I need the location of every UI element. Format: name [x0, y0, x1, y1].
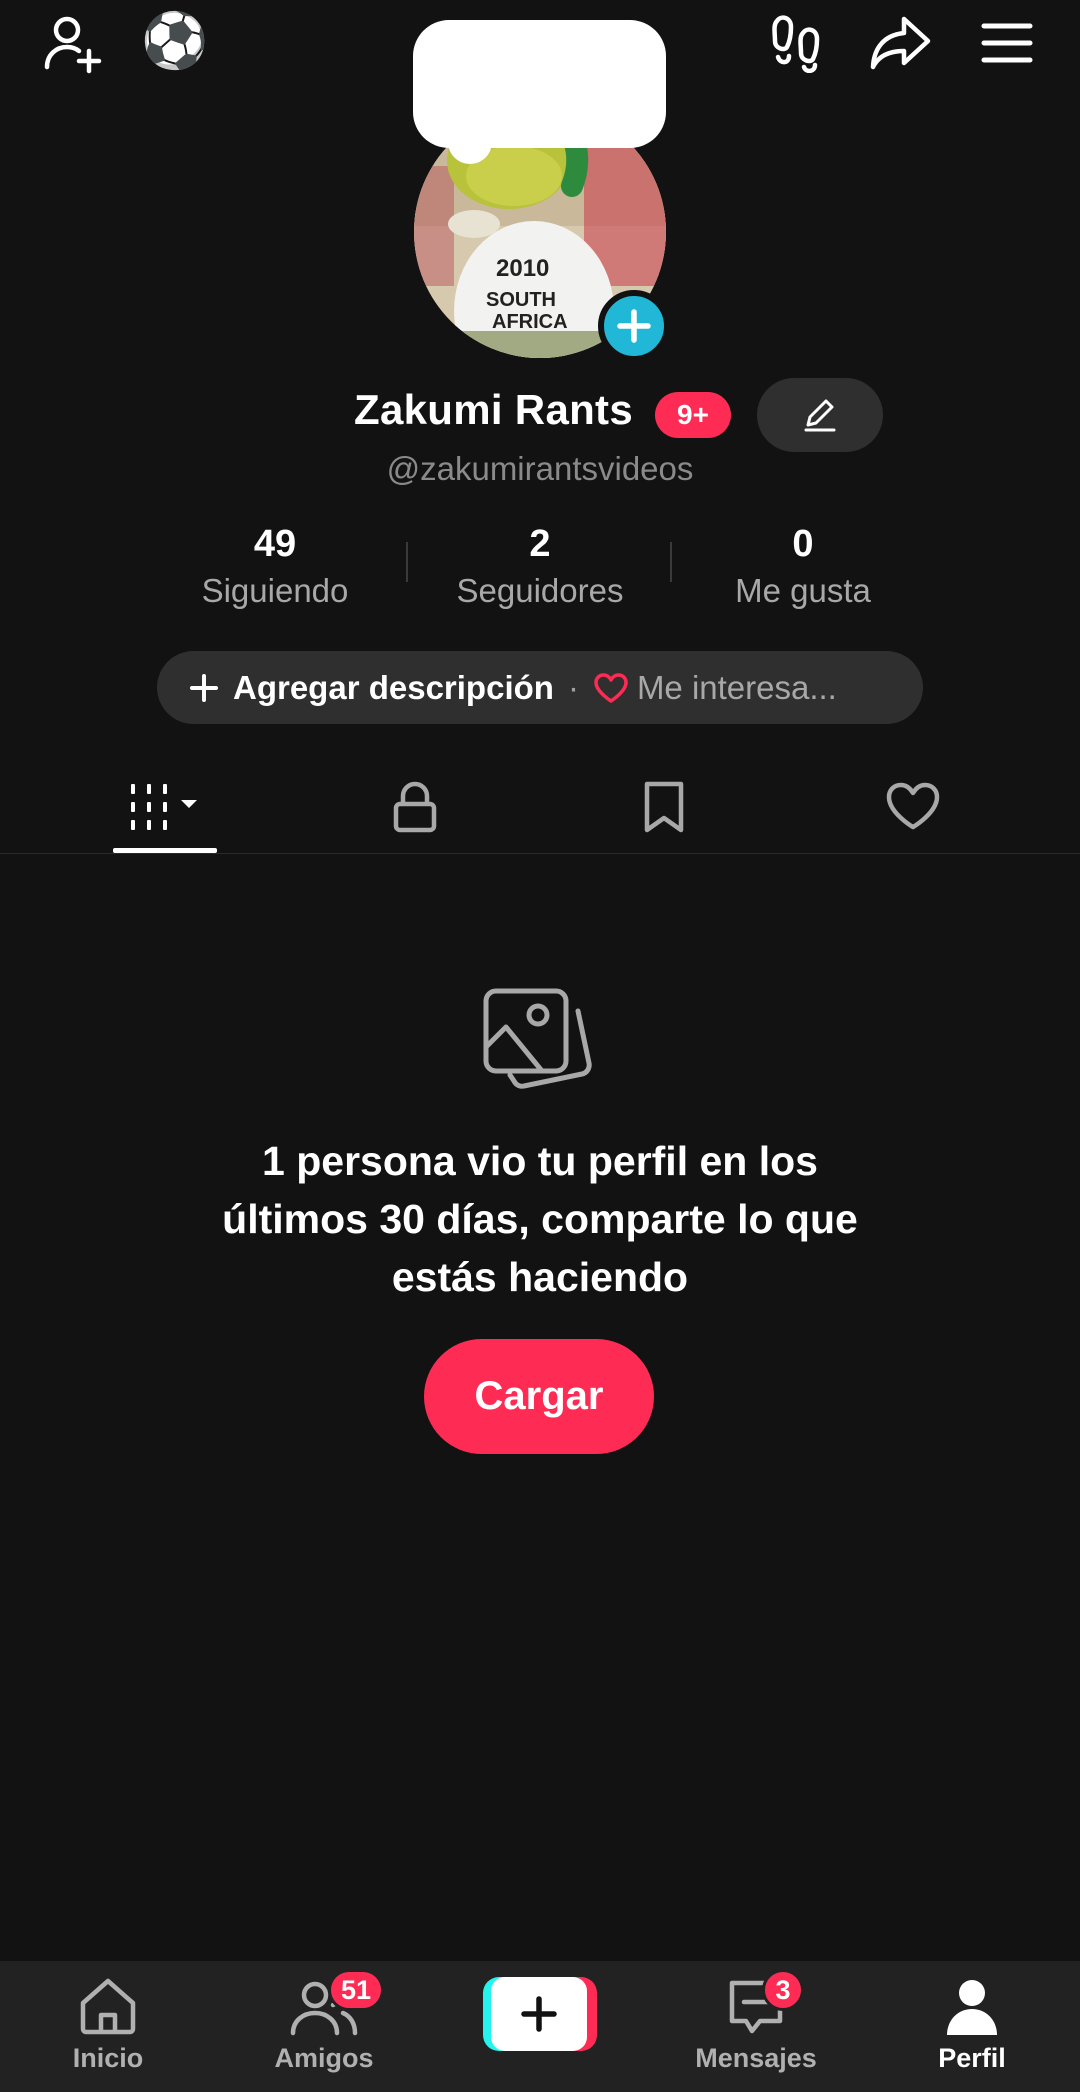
stat-likes[interactable]: 0 Me gusta: [683, 520, 923, 614]
svg-text:AFRICA: AFRICA: [492, 311, 568, 333]
edit-profile-button[interactable]: [757, 378, 883, 452]
likes-count: 0: [792, 523, 814, 565]
soccer-ball-icon[interactable]: ⚽: [140, 6, 210, 76]
friends-badge: 51: [328, 1969, 385, 2011]
nav-friends-label: Amigos: [274, 2043, 374, 2073]
stat-divider: [406, 542, 408, 582]
tab-private[interactable]: [355, 760, 475, 854]
nav-home[interactable]: Inicio: [8, 1961, 208, 2092]
footprints-icon[interactable]: [762, 8, 832, 78]
nav-messages[interactable]: 3 Mensajes: [656, 1961, 856, 2092]
share-icon[interactable]: [866, 8, 936, 78]
content-tabs: [0, 760, 1080, 854]
tab-videos[interactable]: [105, 760, 225, 854]
stat-following[interactable]: 49 Siguiendo: [155, 520, 395, 614]
photos-icon: [480, 985, 600, 1103]
pencil-icon: [804, 399, 836, 432]
nav-friends[interactable]: 51 Amigos: [224, 1961, 424, 2092]
description-pill[interactable]: Agregar descripción · Me interesa...: [157, 651, 923, 724]
active-tab-indicator: [113, 848, 217, 853]
interests-label[interactable]: Me interesa...: [637, 669, 837, 707]
nav-profile[interactable]: Perfil: [872, 1961, 1072, 2092]
followers-label: Seguidores: [456, 572, 624, 609]
stat-followers[interactable]: 2 Seguidores: [420, 520, 660, 614]
status-bubble[interactable]: [413, 20, 666, 148]
create-button[interactable]: [483, 1977, 597, 2051]
grid-videos-icon: [131, 784, 197, 830]
add-friend-icon[interactable]: [38, 8, 108, 78]
notification-badge[interactable]: 9+: [655, 392, 731, 438]
heart-icon: [594, 672, 628, 703]
home-icon: [80, 1978, 136, 2035]
nav-messages-label: Mensajes: [695, 2043, 817, 2073]
svg-text:SOUTH: SOUTH: [486, 289, 556, 311]
upload-button[interactable]: Cargar: [424, 1339, 654, 1454]
separator-dot: ·: [567, 668, 579, 706]
username: @zakumirantsvideos: [386, 450, 694, 487]
following-label: Siguiendo: [201, 572, 349, 609]
plus-icon: [190, 673, 218, 702]
messages-badge: 3: [762, 1969, 804, 2011]
add-description-label[interactable]: Agregar descripción: [233, 669, 554, 707]
nav-home-label: Inicio: [72, 2043, 144, 2073]
bottom-nav: Inicio 51 Amigos 3 Mensajes Perfil: [0, 1961, 1080, 2092]
bookmark-icon: [644, 781, 684, 833]
likes-label: Me gusta: [735, 572, 871, 609]
following-count: 49: [253, 523, 297, 565]
svg-text:2010: 2010: [496, 255, 549, 282]
profile-name-row: Zakumi Rants 9+: [0, 376, 1080, 456]
menu-icon[interactable]: [972, 8, 1042, 78]
nav-profile-label: Perfil: [938, 2043, 1006, 2073]
tab-saved[interactable]: [604, 760, 724, 854]
display-name: Zakumi Rants: [354, 386, 633, 433]
heart-outline-icon: [886, 782, 940, 830]
plus-icon: [521, 1996, 557, 2032]
stats-row: 49 Siguiendo 2 Seguidores 0 Me gusta: [0, 520, 1080, 620]
tab-liked[interactable]: [853, 760, 973, 854]
followers-count: 2: [529, 523, 551, 565]
profile-icon: [947, 1980, 997, 2035]
add-story-button[interactable]: [598, 290, 670, 362]
empty-state-message: 1 persona vio tu perfil en los últimos 3…: [222, 1138, 858, 1300]
stat-divider: [670, 542, 672, 582]
lock-icon: [393, 781, 437, 833]
